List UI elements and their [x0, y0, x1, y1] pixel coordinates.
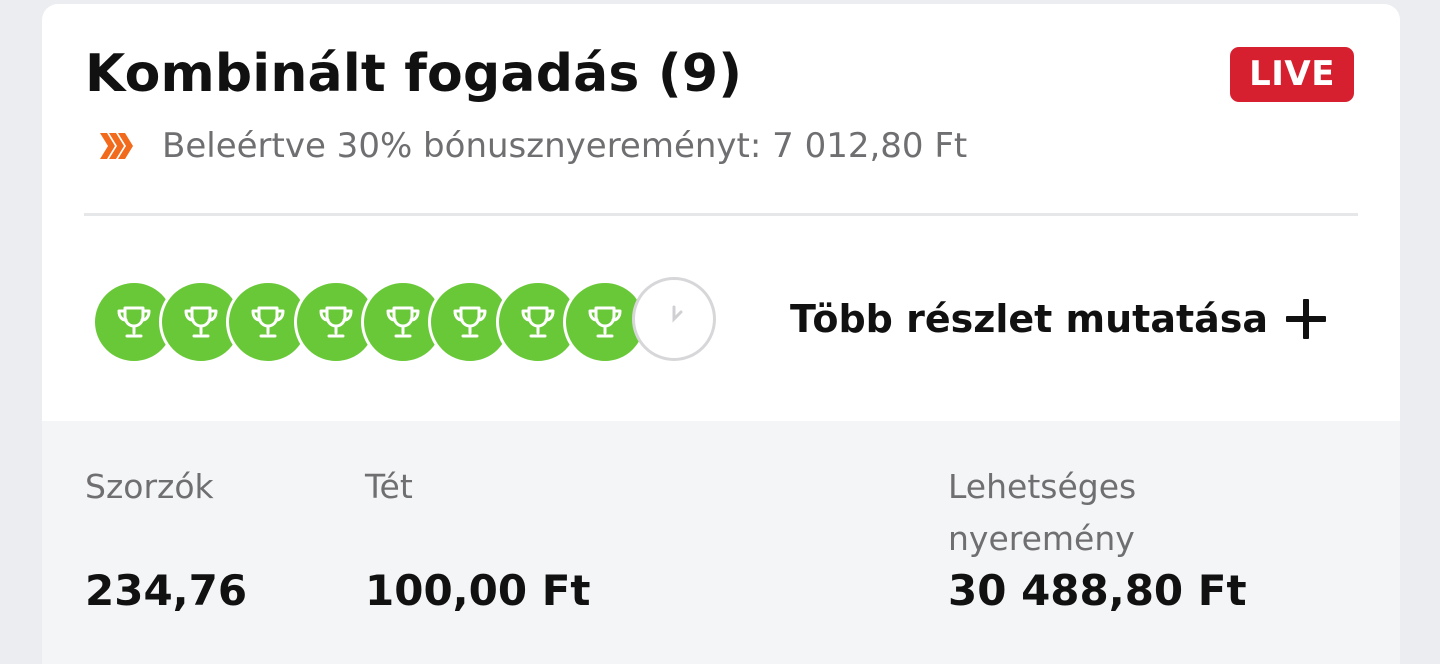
trophy-icon: [251, 306, 285, 338]
trophy-icon: [184, 306, 218, 338]
odds-value: 234,76: [85, 566, 248, 615]
bonus-info: Beleértve 30% bónusznyereményt: 7 012,80…: [98, 124, 967, 168]
stake-value: 100,00 Ft: [365, 566, 591, 615]
live-badge: LIVE: [1230, 47, 1354, 102]
bet-legs-status: [92, 277, 732, 367]
clock-icon: [672, 305, 683, 323]
plus-icon: [1286, 299, 1327, 339]
trophy-icon: [319, 306, 353, 338]
odds-label: Szorzók: [85, 467, 214, 506]
leg-pending-9: [632, 277, 716, 361]
trophy-icon: [117, 306, 151, 338]
bet-summary: Szorzók Tét Lehetséges nyeremény 234,76 …: [42, 421, 1400, 664]
potential-win-value: 30 488,80 Ft: [948, 566, 1247, 615]
bonus-text: Beleértve 30% bónusznyereményt: 7 012,80…: [162, 126, 968, 166]
double-chevron-icon: [100, 133, 133, 159]
bet-card: Kombinált fogadás (9) LIVE Beleértve 30%…: [42, 4, 1400, 664]
more-details-label: Több részlet mutatása: [790, 297, 1269, 341]
divider: [84, 213, 1358, 216]
trophy-icon: [386, 306, 420, 338]
potential-win-label: Lehetséges nyeremény: [948, 467, 1137, 558]
stake-label: Tét: [365, 467, 413, 506]
trophy-icon: [453, 306, 487, 338]
trophy-icon: [521, 306, 555, 338]
trophy-icon: [588, 306, 622, 338]
more-details-button[interactable]: Több részlet mutatása: [790, 294, 1327, 344]
bet-title: Kombinált fogadás (9): [85, 44, 743, 104]
